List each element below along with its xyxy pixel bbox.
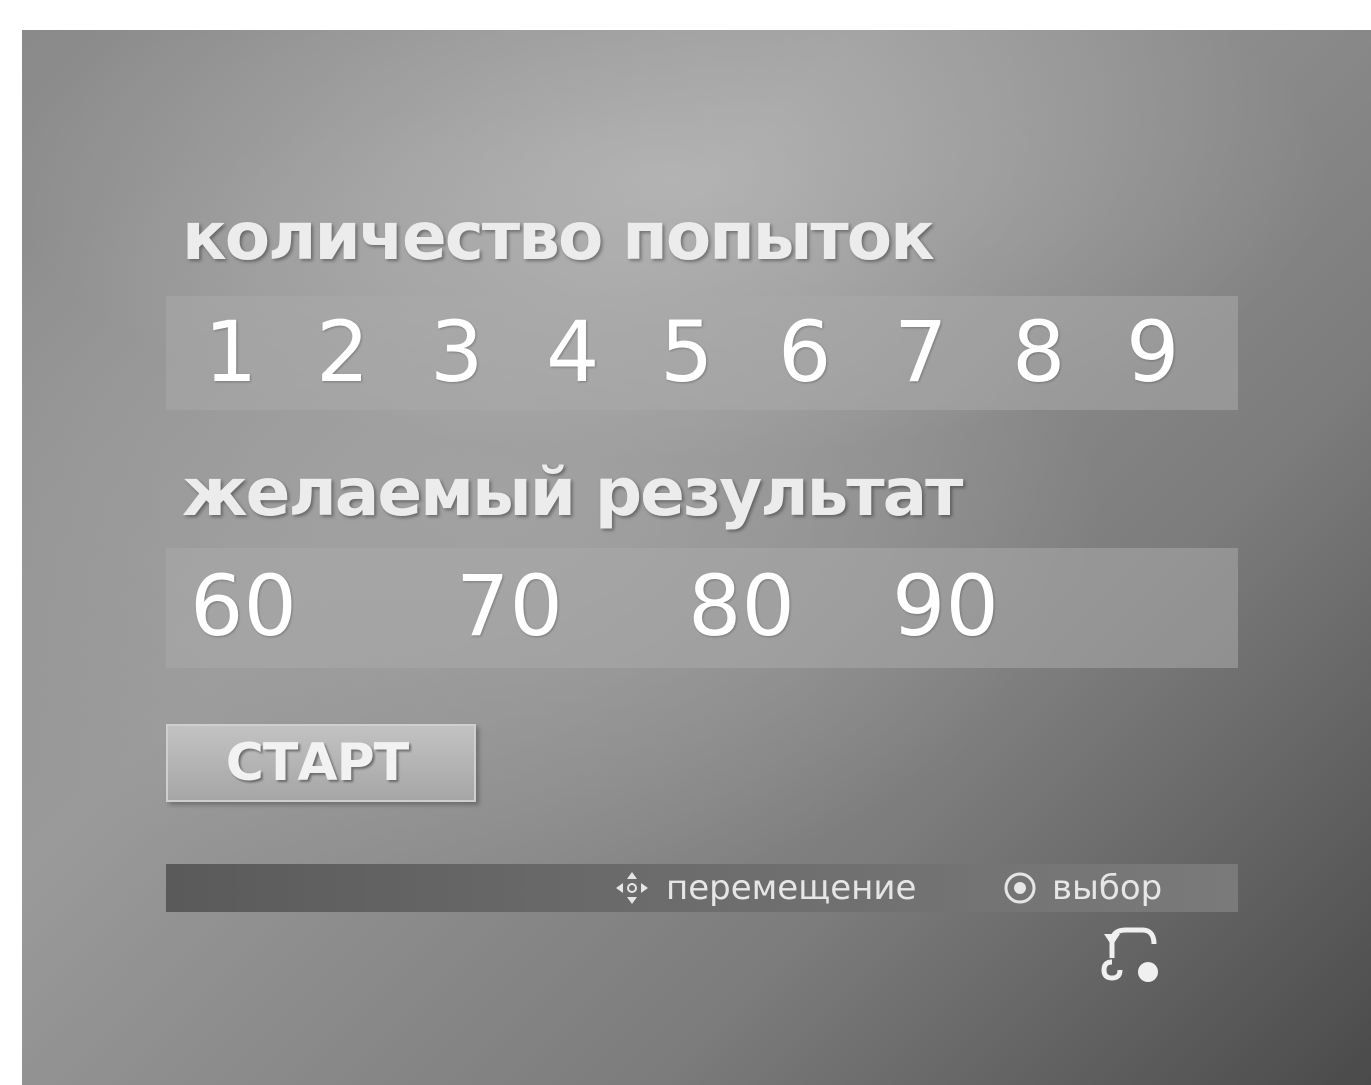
result-selector[interactable]: 60 70 80 90	[166, 548, 1238, 668]
tries-option-4[interactable]: 4	[546, 310, 599, 394]
tries-option-6[interactable]: 6	[778, 310, 831, 394]
tries-option-9[interactable]: 9	[1126, 310, 1179, 394]
tries-label: количество попыток	[182, 198, 935, 275]
result-label: желаемый результат	[182, 454, 963, 531]
tries-option-5[interactable]: 5	[660, 310, 713, 394]
result-option-60[interactable]: 60	[190, 564, 297, 648]
result-option-90[interactable]: 90	[892, 564, 999, 648]
help-select: выбор	[1002, 868, 1162, 908]
tries-option-1[interactable]: 1	[204, 310, 257, 394]
tries-option-3[interactable]: 3	[430, 310, 483, 394]
help-select-label: выбор	[1052, 868, 1163, 908]
tv-screen: количество попыток 1 2 3 4 5 6 7 8 9 жел…	[22, 30, 1371, 1085]
help-move: перемещение	[612, 868, 916, 908]
enter-button-icon	[1004, 872, 1036, 904]
dpad-arrows-icon	[616, 872, 648, 904]
tries-option-8[interactable]: 8	[1012, 310, 1065, 394]
help-move-label: перемещение	[666, 868, 917, 908]
result-option-80[interactable]: 80	[688, 564, 795, 648]
start-button-label: СТАРТ	[225, 733, 409, 793]
help-bar: перемещение выбор	[166, 864, 1238, 912]
start-button[interactable]: СТАРТ	[166, 724, 476, 802]
tries-selector[interactable]: 1 2 3 4 5 6 7 8 9	[166, 296, 1238, 410]
tries-option-2[interactable]: 2	[316, 310, 369, 394]
result-option-70[interactable]: 70	[456, 564, 563, 648]
tries-option-7[interactable]: 7	[894, 310, 947, 394]
return-icon[interactable]	[1098, 918, 1168, 988]
